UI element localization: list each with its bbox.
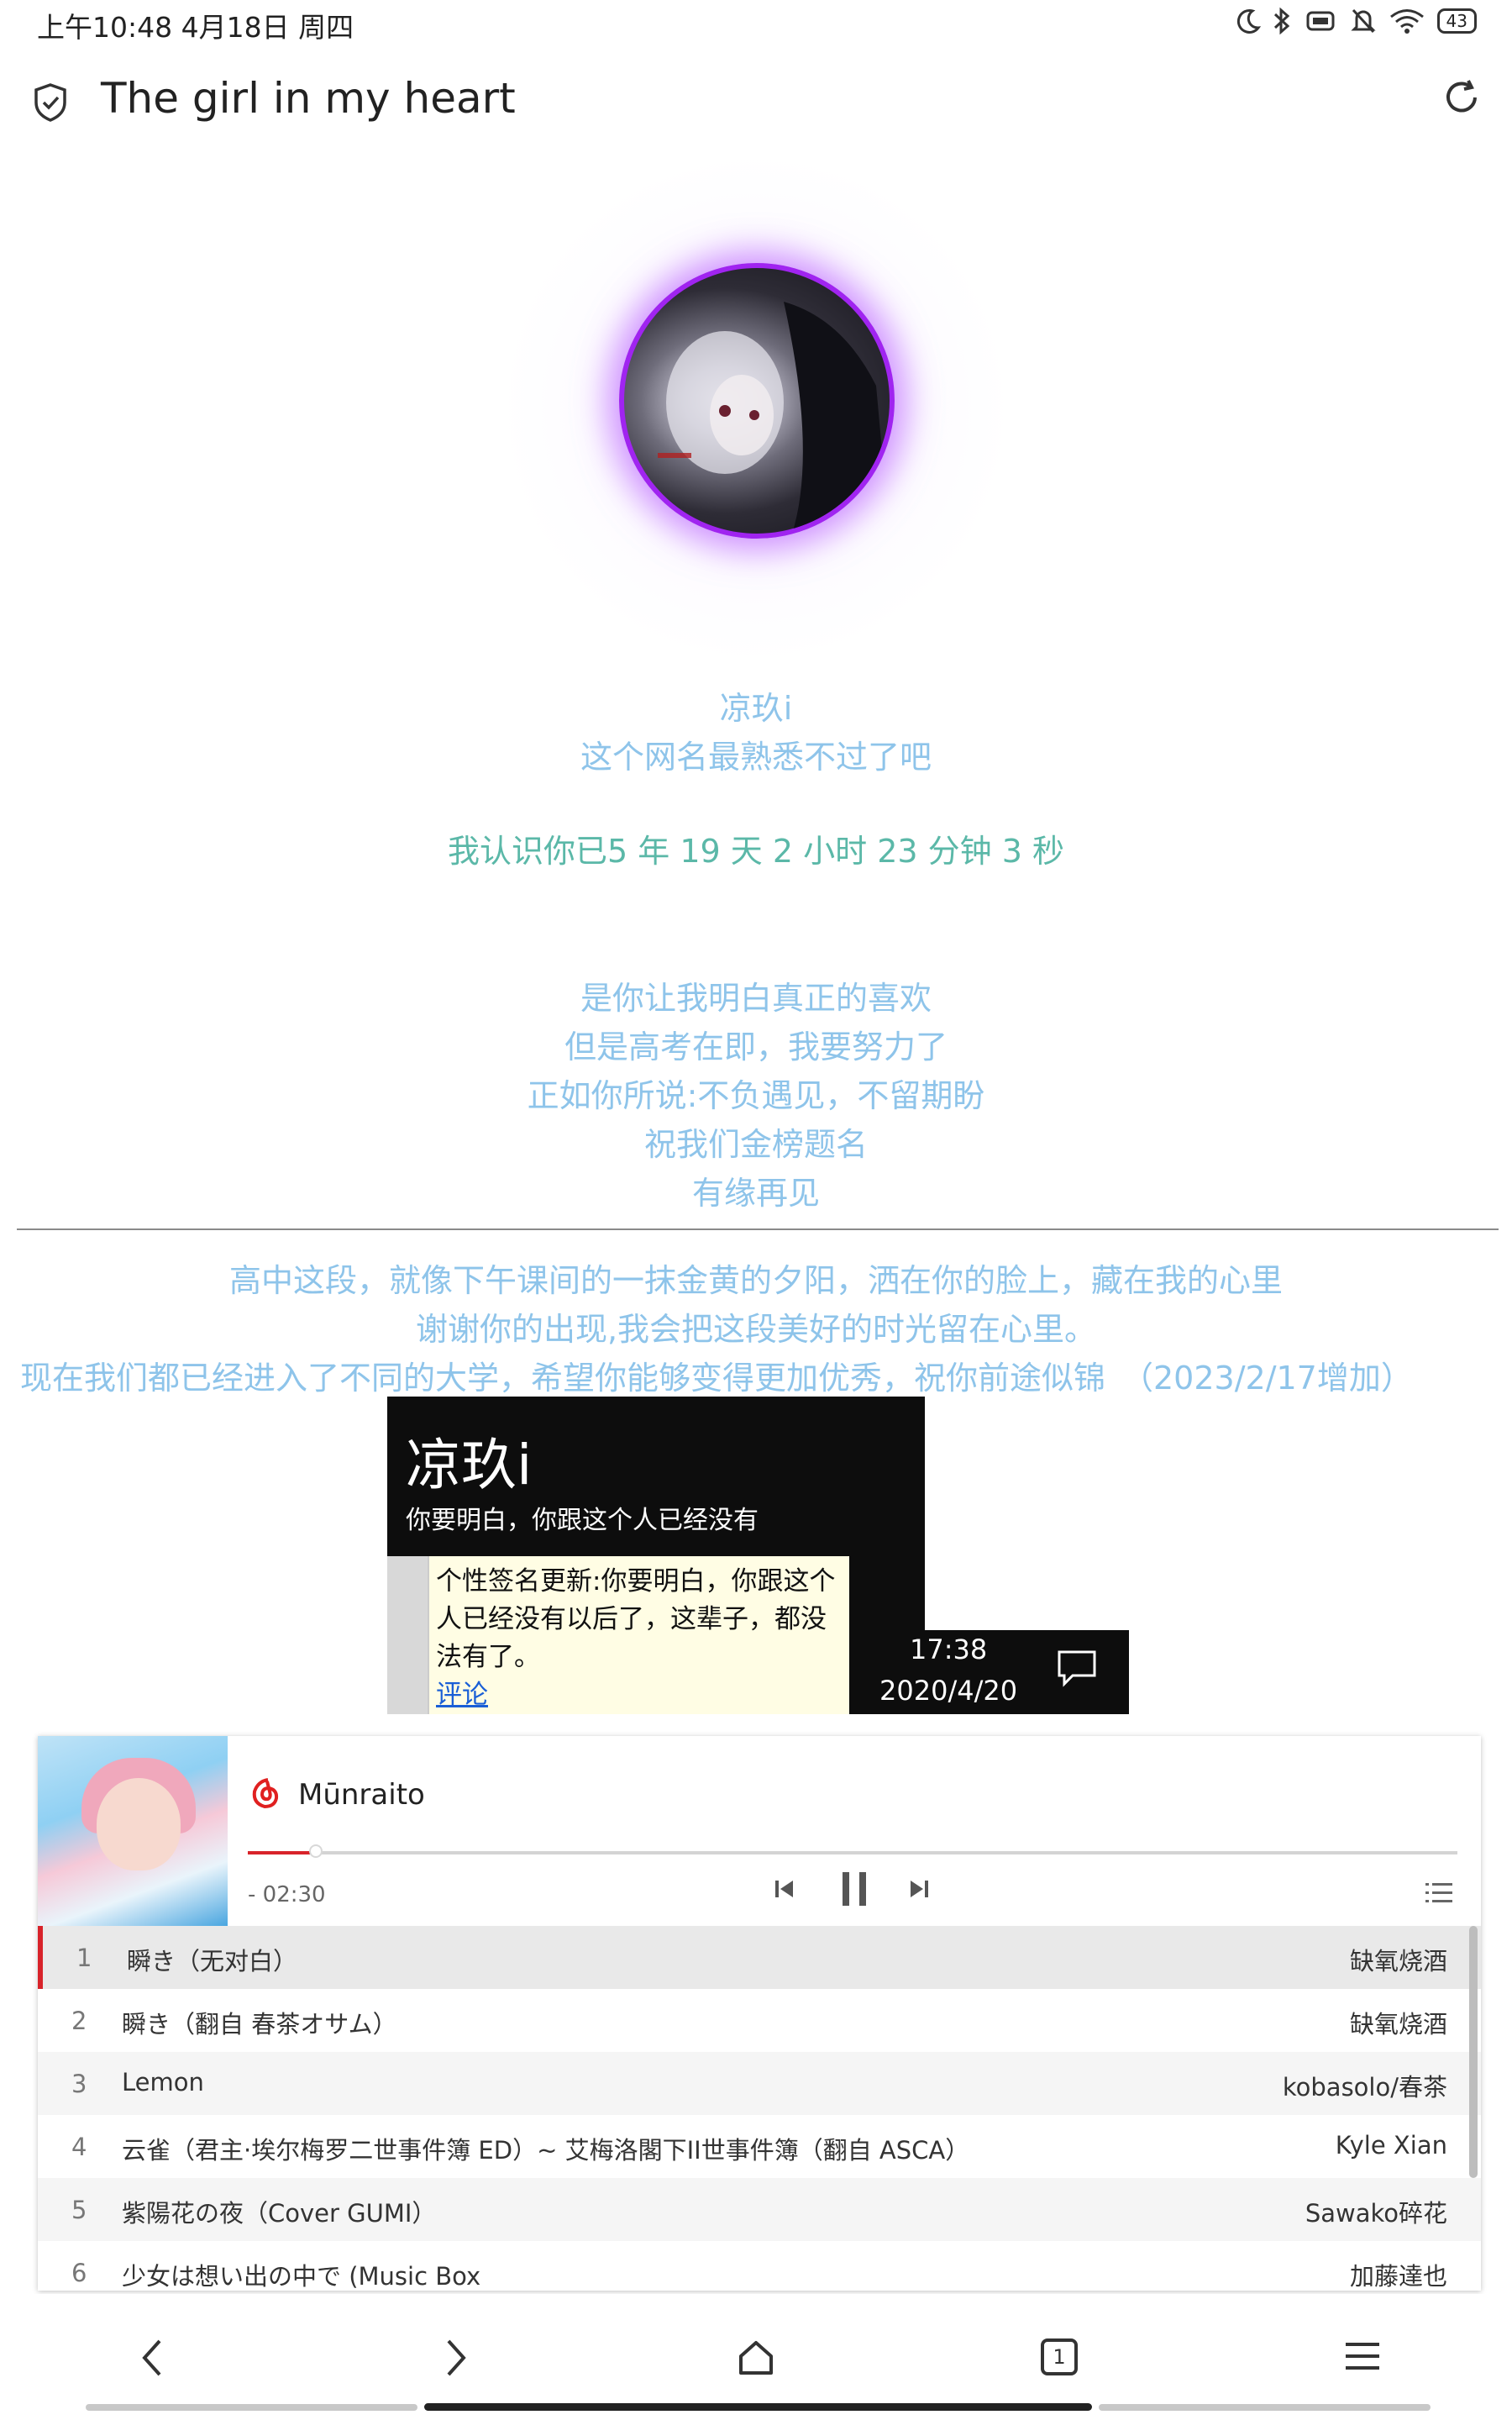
progress-thumb[interactable]: [309, 1844, 323, 1858]
addendum-line: 现在我们都已经进入了不同的大学，希望你能够变得更加优秀，祝你前途似锦 （2023…: [20, 1360, 1413, 1397]
intro-subtitle: 这个网名最熟悉不过了吧: [580, 739, 932, 776]
playlist-row[interactable]: 1 瞬き（无对白） 缺氧烧酒: [38, 1926, 1481, 1989]
track-number: 3: [71, 2070, 87, 2098]
track-artist: 缺氧烧酒: [1349, 1947, 1447, 1975]
track-title: 云雀（君主·埃尔梅罗二世事件簿 ED）~ 艾梅洛閣下II世事件簿（翻自 ASCA…: [122, 2136, 970, 2165]
qq-time: 17:38: [910, 1634, 988, 1665]
track-title: 紫陽花の夜（Cover GUMI）: [122, 2199, 437, 2228]
qq-comment-link: 评论: [436, 1680, 488, 1710]
forward-icon: [438, 2339, 472, 2381]
tabs-icon: 1: [1040, 2338, 1079, 2376]
track-artist: Kyle Xian: [1335, 2131, 1447, 2160]
track-artist: kobasolo/春茶: [1282, 2073, 1447, 2102]
tab-count: 1: [1053, 2345, 1066, 2369]
forward-button[interactable]: [438, 2338, 472, 2381]
chat-bubble-icon: [1056, 1649, 1098, 1691]
gesture-home-bar[interactable]: [424, 2403, 1092, 2411]
message-line: 但是高考在即，我要努力了: [564, 1028, 948, 1065]
track-title: 瞬き（翻自 春茶オサム）: [122, 2010, 397, 2039]
tabs-button[interactable]: 1: [1040, 2338, 1079, 2376]
message-line: 正如你所说:不负遇见，不留期盼: [527, 1077, 985, 1114]
page-title: The girl in my heart: [101, 74, 516, 123]
intro-name: 凉玖i: [719, 690, 793, 727]
addendum-line: 高中这段，就像下午课间的一抹金黄的夕阳，洒在你的脸上，藏在我的心里: [228, 1262, 1283, 1299]
qq-popup-text: 个性签名更新:你要明白，你跟这个人已经没有以后了，这辈子，都没法有了。: [436, 1566, 836, 1672]
track-artist: 缺氧烧酒: [1349, 2010, 1447, 2039]
message-line: 祝我们金榜题名: [643, 1126, 868, 1163]
wifi-icon: [1389, 8, 1425, 34]
playlist-scrollbar[interactable]: [1469, 1926, 1478, 2178]
playlist-row[interactable]: 5 紫陽花の夜（Cover GUMI） Sawako碎花: [38, 2178, 1481, 2241]
battery-icon: 43: [1436, 8, 1477, 34]
playlist-icon[interactable]: [1424, 1881, 1454, 1909]
bottom-nav: 1: [0, 2294, 1512, 2420]
track-title: 少女は想い出の中で (Music Box: [122, 2262, 481, 2291]
gesture-bar-left: [86, 2404, 417, 2411]
track-number: 4: [71, 2133, 87, 2161]
track-title: Lemon: [122, 2068, 204, 2096]
playlist-row[interactable]: 3 Lemon kobasolo/春茶: [38, 2052, 1481, 2115]
status-icons: 43: [1236, 7, 1477, 35]
gesture-bar-right: [1099, 2404, 1431, 2411]
song-title: Mūnraito: [298, 1778, 425, 1812]
track-number: 6: [71, 2259, 87, 2287]
playlist-row[interactable]: 4 云雀（君主·埃尔梅罗二世事件簿 ED）~ 艾梅洛閣下II世事件簿（翻自 AS…: [38, 2115, 1481, 2178]
track-artist: Sawako碎花: [1305, 2199, 1447, 2228]
qq-signature: 你要明白，你跟这个人已经没有: [406, 1506, 759, 1535]
message-line: 是你让我明白真正的喜欢: [580, 980, 932, 1017]
back-button[interactable]: [136, 2338, 170, 2381]
album-cover: [38, 1736, 228, 1926]
status-bar: 上午10:48 4月18日 周四 43: [0, 0, 1512, 50]
track-artist: 加藤達也: [1349, 2262, 1447, 2291]
vibrate-icon: [1303, 8, 1338, 34]
track-title: 瞬き（无对白）: [127, 1947, 298, 1975]
shield-icon: [32, 82, 69, 126]
playlist-row[interactable]: 2 瞬き（翻自 春茶オサム） 缺氧烧酒: [38, 1989, 1481, 2052]
track-number: 1: [76, 1944, 92, 1972]
next-track-button[interactable]: [907, 1877, 931, 1904]
progress-fill: [248, 1851, 315, 1854]
home-icon: [736, 2341, 776, 2381]
track-number: 5: [71, 2196, 87, 2224]
addendum-line: 谢谢你的出现,我会把这段美好的时光留在心里。: [415, 1311, 1097, 1348]
playlist-row[interactable]: 6 少女は想い出の中で (Music Box 加藤達也: [38, 2241, 1481, 2291]
home-button[interactable]: [736, 2338, 776, 2381]
back-icon: [136, 2339, 170, 2381]
acquaintance-timer: 我认识你已5 年 19 天 2 小时 23 分钟 3 秒: [448, 833, 1064, 870]
refresh-button[interactable]: [1441, 77, 1482, 121]
music-player: Mūnraito - 02:30 1 瞬き（无对白） 缺氧烧酒 2 瞬き（翻自 …: [38, 1736, 1481, 2291]
moon-icon: [1236, 8, 1261, 34]
netease-music-icon: [246, 1775, 285, 1817]
previous-track-button[interactable]: [773, 1877, 796, 1904]
pause-button[interactable]: [837, 1870, 871, 1911]
avatar: [619, 263, 895, 539]
bluetooth-icon: [1273, 7, 1291, 35]
time-remaining: - 02:30: [248, 1882, 326, 1907]
qq-screenshot-image: 凉玖i 你要明白，你跟这个人已经没有 个性签名更新:你要明白，你跟这个人已经没有…: [387, 1397, 1129, 1714]
menu-icon: [1344, 2343, 1381, 2378]
qq-popup: 个性签名更新:你要明白，你跟这个人已经没有以后了，这辈子，都没法有了。 评论: [428, 1556, 849, 1714]
status-time: 上午10:48 4月18日 周四: [37, 11, 354, 44]
progress-bar[interactable]: [248, 1844, 1457, 1858]
mute-bell-icon: [1350, 7, 1377, 35]
qq-date: 2020/4/20: [879, 1675, 1018, 1707]
qq-nickname: 凉玖i: [406, 1433, 533, 1497]
divider: [17, 1228, 1499, 1230]
track-number: 2: [71, 2007, 87, 2035]
message-line: 有缘再见: [691, 1175, 820, 1212]
menu-button[interactable]: [1344, 2338, 1381, 2378]
